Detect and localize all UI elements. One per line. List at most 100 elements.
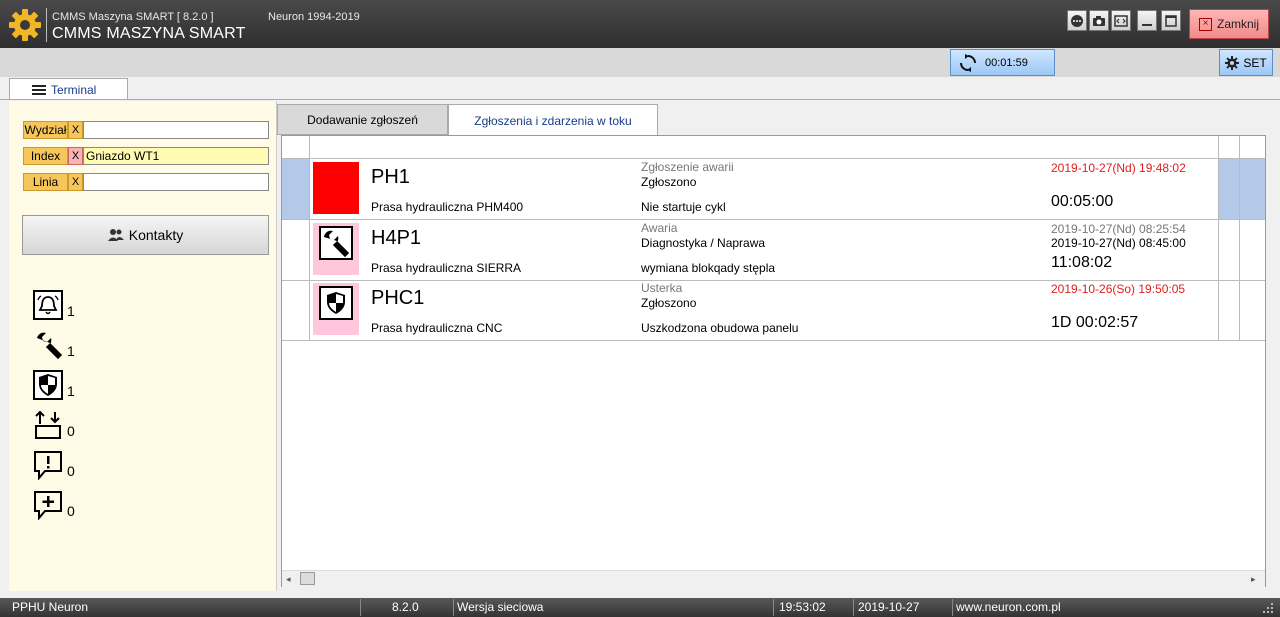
counter-shield: 1 — [67, 383, 75, 399]
report-date: 2019-10-27(Nd) 08:25:54 — [1051, 222, 1186, 236]
set-button[interactable]: SET — [1219, 49, 1273, 76]
machine-code: PH1 — [371, 166, 410, 188]
contacts-button[interactable]: Kontakty — [22, 215, 269, 255]
counter-alert-comment: 0 — [67, 463, 75, 479]
timer-value: 00:01:59 — [985, 56, 1028, 69]
counter-transfer: 0 — [67, 423, 75, 439]
contacts-icon — [107, 229, 124, 241]
maximize-button[interactable] — [1161, 10, 1181, 31]
row-cell — [1239, 220, 1265, 280]
filter-clear-wydzial[interactable]: X — [68, 121, 83, 139]
close-icon: × — [1198, 17, 1212, 31]
screen-button[interactable] — [1111, 10, 1131, 31]
chat-icon — [1071, 14, 1083, 27]
hamburger-menu-icon — [32, 84, 46, 95]
counter-wrench: 1 — [67, 343, 75, 359]
machine-name: Prasa hydrauliczna PHM400 — [371, 200, 524, 214]
scroll-right-icon[interactable]: ▸ — [1251, 574, 1256, 585]
report-date: 2019-10-27(Nd) 19:48:02 — [1051, 161, 1186, 175]
status-bar: PPHU Neuron 8.2.0 Wersja sieciowa 19:53:… — [0, 598, 1280, 617]
report-type: Zgłoszenie awarii — [641, 160, 734, 174]
close-button[interactable]: × Zamknij — [1189, 9, 1269, 39]
shield-icon — [319, 286, 353, 320]
settings-gear-icon — [1225, 55, 1240, 70]
resize-grip-icon[interactable] — [1262, 602, 1274, 614]
filter-clear-index[interactable]: X — [68, 147, 83, 165]
machine-code: H4P1 — [371, 227, 422, 249]
table-row[interactable]: H4P1 Prasa hydrauliczna SIERRA Awaria Di… — [282, 220, 1265, 281]
filter-label-index: Index — [23, 147, 68, 165]
horizontal-scrollbar[interactable]: ◂ ▸ — [282, 570, 1265, 587]
content-divider — [0, 99, 1280, 100]
add-comment-icon[interactable] — [33, 490, 63, 521]
filter-input-wydzial[interactable] — [83, 121, 269, 139]
status-separator — [453, 599, 454, 616]
status-mode: Wersja sieciowa — [457, 600, 544, 614]
reports-grid: PH1 Prasa hydrauliczna PHM400 Zgłoszenie… — [281, 135, 1266, 587]
row-cell — [1218, 159, 1239, 219]
table-row[interactable]: PH1 Prasa hydrauliczna PHM400 Zgłoszenie… — [282, 159, 1265, 220]
status-website: www.neuron.com.pl — [956, 600, 1061, 614]
tab-add-report[interactable]: Dodawanie zgłoszeń — [277, 104, 448, 135]
report-description: Uszkodzona obudowa panelu — [641, 321, 799, 335]
filter-clear-linia[interactable]: X — [68, 173, 83, 191]
set-label: SET — [1243, 55, 1267, 70]
grid-header — [282, 136, 1265, 159]
status-separator — [853, 599, 854, 616]
machine-code: PHC1 — [371, 287, 425, 309]
report-duration: 00:05:00 — [1051, 193, 1114, 210]
app-title-version: CMMS Maszyna SMART [ 8.2.0 ] — [52, 11, 214, 23]
report-date: 2019-10-26(So) 19:50:05 — [1051, 282, 1186, 296]
report-description: Nie startuje cykl — [641, 200, 726, 214]
scroll-left-icon[interactable]: ◂ — [286, 574, 291, 585]
tab-terminal-label: Terminal — [51, 82, 97, 97]
report-type: Awaria — [641, 221, 678, 235]
app-title: CMMS MASZYNA SMART — [52, 25, 246, 42]
shield-icon[interactable] — [33, 370, 63, 400]
status-company: PPHU Neuron — [12, 600, 89, 614]
tab-terminal[interactable]: Terminal — [9, 78, 128, 100]
camera-icon — [1093, 15, 1105, 26]
minimize-button[interactable] — [1137, 10, 1157, 31]
counter-add-comment: 0 — [67, 503, 75, 519]
report-status: Zgłoszono — [641, 296, 697, 310]
scroll-thumb[interactable] — [300, 572, 315, 585]
refresh-timer-button[interactable]: 00:01:59 — [950, 49, 1055, 76]
row-cell — [1218, 280, 1239, 340]
report-date-secondary: 2019-10-27(Nd) 08:45:00 — [1051, 236, 1186, 250]
maximize-icon — [1165, 14, 1177, 27]
report-type: Usterka — [641, 281, 683, 295]
camera-button[interactable] — [1089, 10, 1109, 31]
report-duration: 1D 00:02:57 — [1051, 314, 1139, 331]
row-selector[interactable] — [282, 159, 310, 219]
chat-button[interactable] — [1067, 10, 1087, 31]
gear-icon — [8, 8, 42, 42]
report-duration: 11:08:02 — [1051, 254, 1113, 271]
grid-header-col — [1218, 136, 1239, 158]
row-icon-cell — [313, 283, 359, 335]
row-selector[interactable] — [282, 220, 310, 280]
row-cell — [1218, 220, 1239, 280]
copyright-text: Neuron 1994-2019 — [268, 11, 360, 23]
row-selector[interactable] — [282, 280, 310, 340]
bell-icon[interactable] — [33, 290, 63, 320]
filter-label-linia: Linia — [23, 173, 68, 191]
grid-header-indicator — [282, 136, 310, 158]
title-separator — [46, 8, 47, 42]
status-time: 19:53:02 — [779, 600, 826, 614]
contacts-label: Kontakty — [128, 227, 184, 243]
report-description: wymiana blokqady stępla — [641, 261, 776, 275]
screen-code-icon — [1114, 14, 1128, 27]
table-row[interactable]: PHC1 Prasa hydrauliczna CNC Usterka Zgło… — [282, 280, 1265, 341]
status-date: 2019-10-27 — [858, 600, 920, 614]
filter-input-linia[interactable] — [83, 173, 269, 191]
minimize-icon — [1142, 23, 1152, 26]
tab-reports-in-progress[interactable]: Zgłoszenia i zdarzenia w toku — [448, 104, 658, 136]
row-cell — [1239, 280, 1265, 340]
wrench-icon[interactable] — [33, 330, 63, 360]
alert-comment-icon[interactable] — [33, 450, 63, 481]
status-separator — [360, 599, 361, 616]
grid-header-col — [1239, 136, 1265, 158]
transfer-icon[interactable] — [33, 410, 63, 440]
filter-input-index[interactable]: Gniazdo WT1 — [83, 147, 269, 165]
